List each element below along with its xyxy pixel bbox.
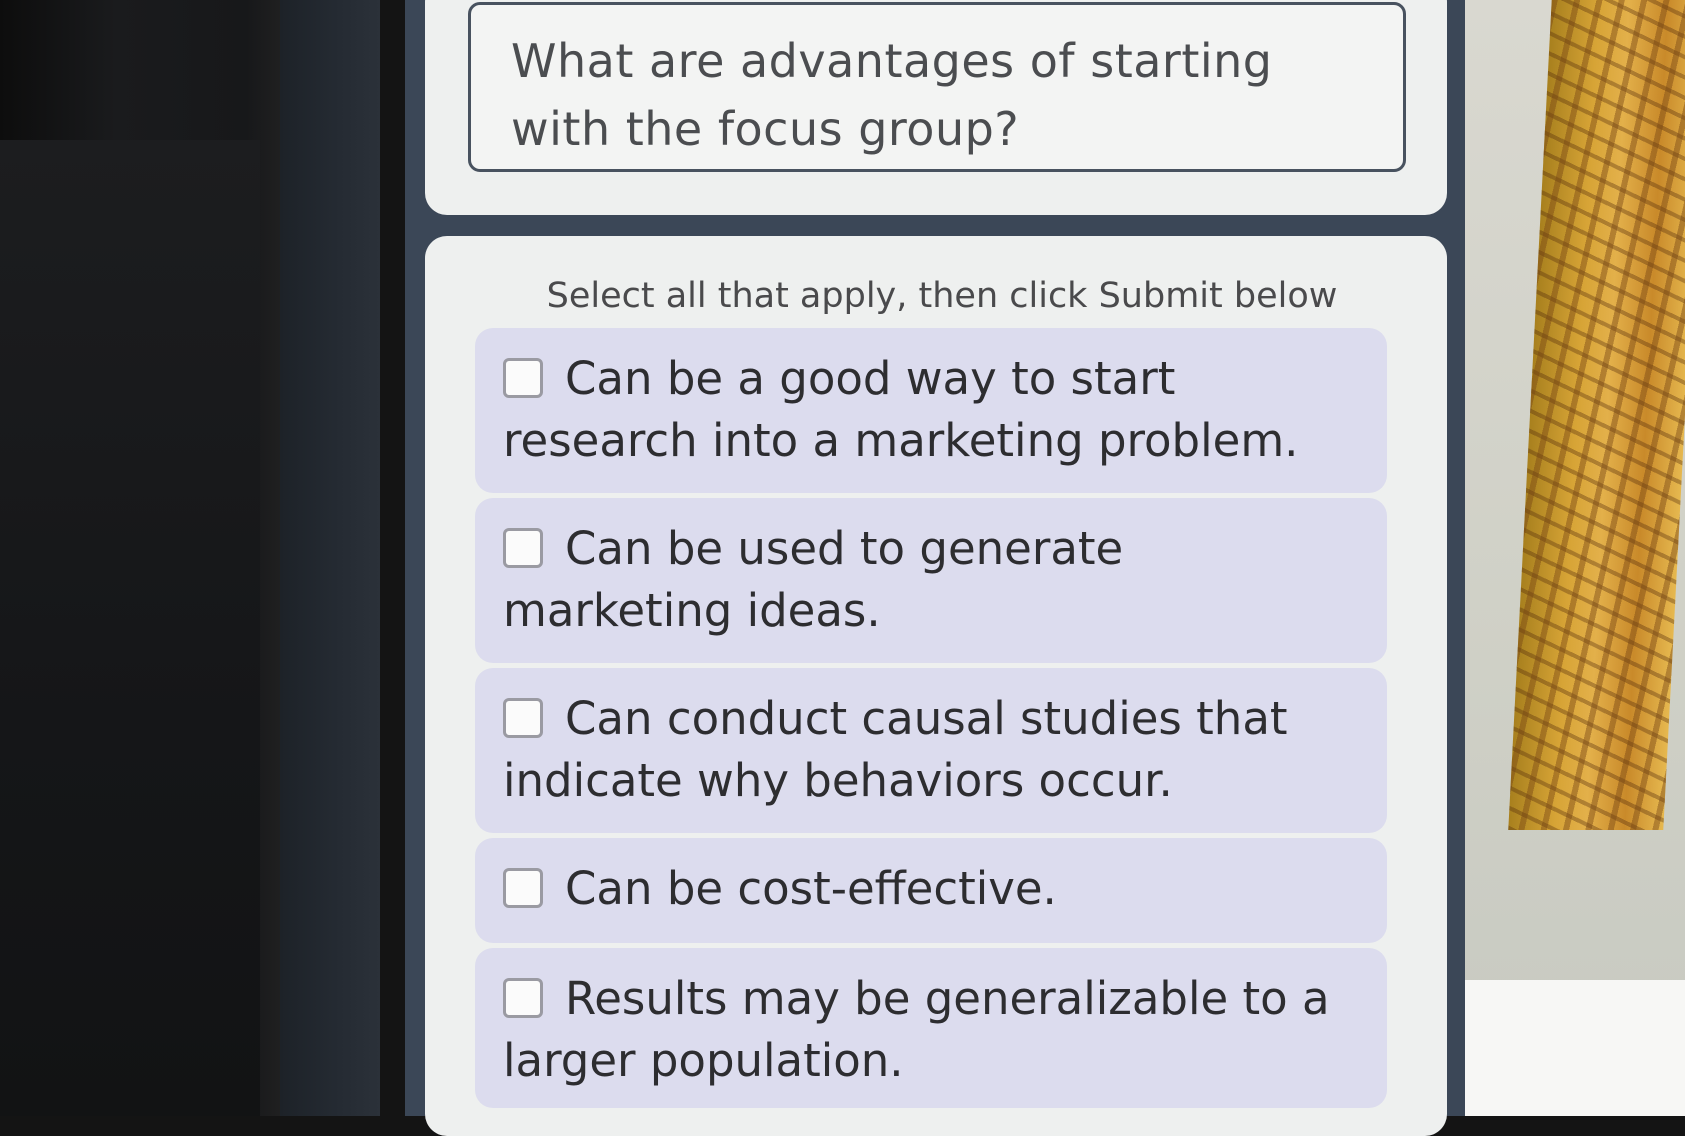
answer-option[interactable]: Results may be generalizable to a larger… bbox=[475, 948, 1387, 1108]
answer-option[interactable]: Can conduct causal studies that indicate… bbox=[475, 668, 1387, 833]
answer-option[interactable]: Can be cost-effective. bbox=[475, 838, 1387, 943]
instruction-text: Select all that apply, then click Submit… bbox=[546, 276, 1338, 316]
background-white-object bbox=[1445, 980, 1685, 1116]
question-box: What are advantages of starting with the… bbox=[468, 2, 1406, 172]
question-text: What are advantages of starting with the… bbox=[511, 34, 1273, 156]
monitor-bezel bbox=[280, 0, 380, 1116]
checkbox[interactable] bbox=[503, 358, 543, 398]
checkbox[interactable] bbox=[503, 528, 543, 568]
background-dark-panel bbox=[0, 140, 260, 1116]
option-label: Can be used to generate marketing ideas. bbox=[503, 522, 1124, 637]
question-card: What are advantages of starting with the… bbox=[425, 0, 1447, 215]
checkbox[interactable] bbox=[503, 698, 543, 738]
option-label: Can be cost-effective. bbox=[565, 862, 1057, 915]
answer-card: Select all that apply, then click Submit… bbox=[425, 236, 1447, 1136]
checkbox[interactable] bbox=[503, 868, 543, 908]
checkbox[interactable] bbox=[503, 978, 543, 1018]
option-label: Results may be generalizable to a larger… bbox=[503, 972, 1330, 1087]
answer-option[interactable]: Can be a good way to start research into… bbox=[475, 328, 1387, 493]
answer-option[interactable]: Can be used to generate marketing ideas. bbox=[475, 498, 1387, 663]
option-label: Can be a good way to start research into… bbox=[503, 352, 1299, 467]
option-label: Can conduct causal studies that indicate… bbox=[503, 692, 1288, 807]
